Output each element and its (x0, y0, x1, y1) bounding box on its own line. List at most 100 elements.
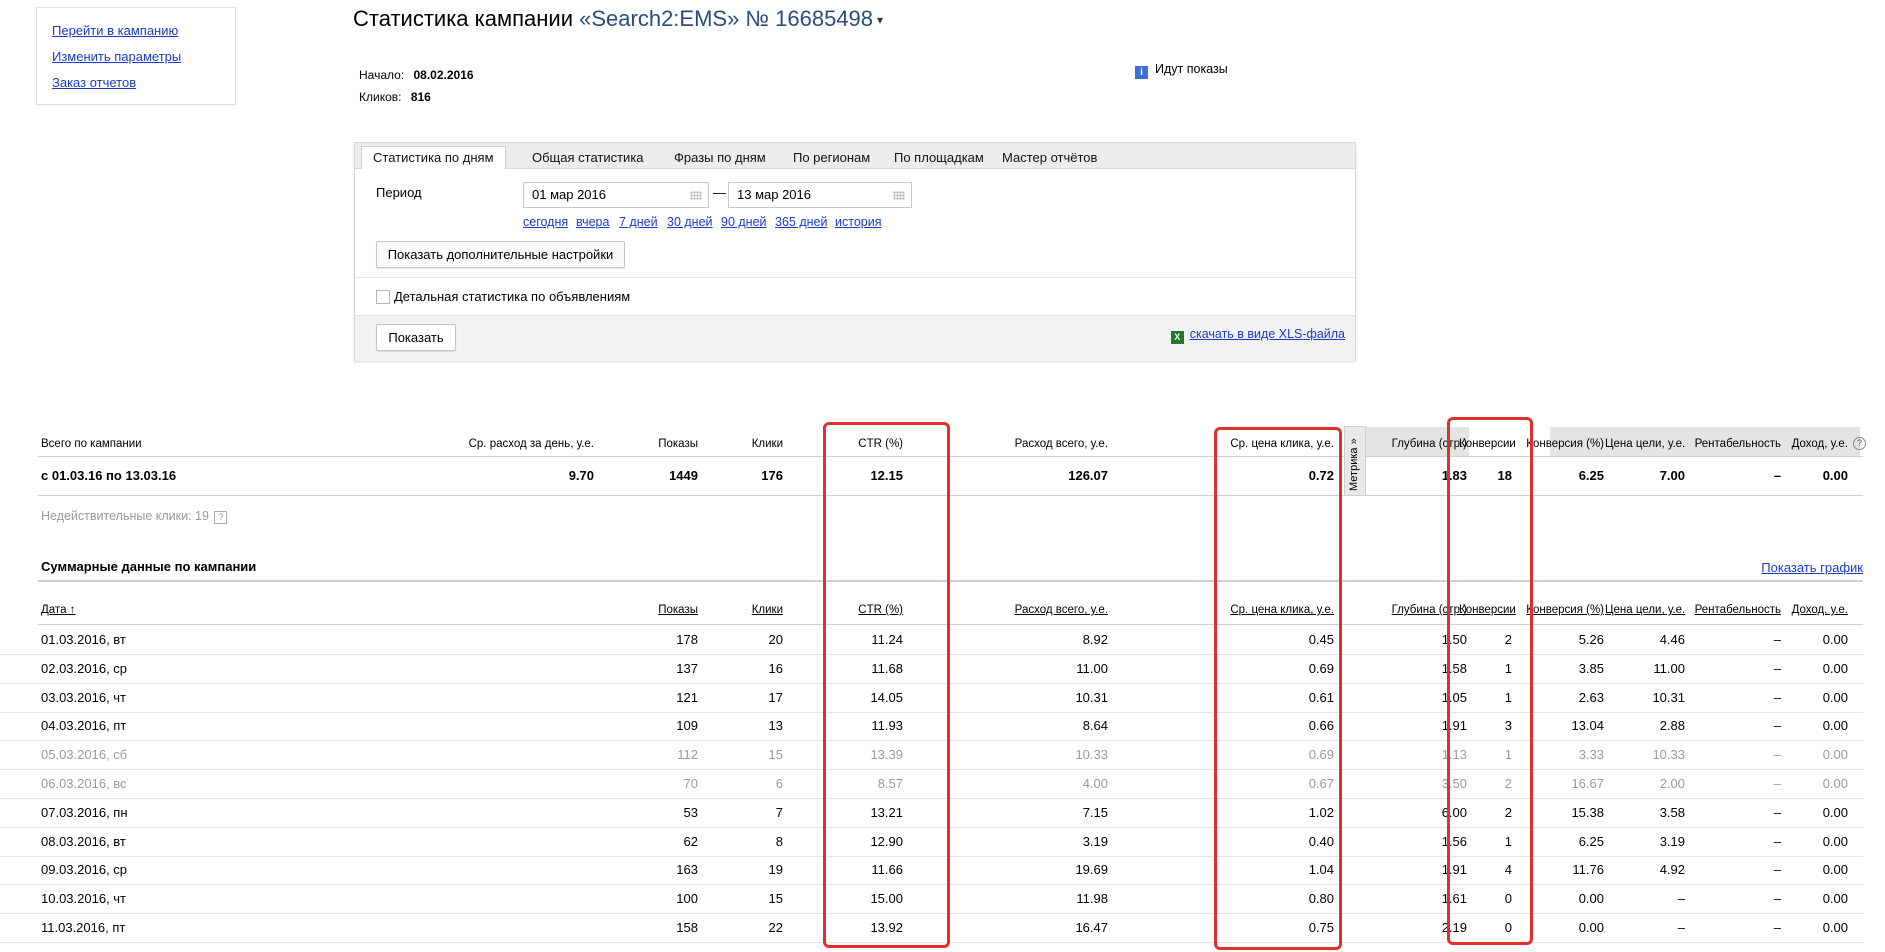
cell-clicks: 8 (775, 833, 783, 849)
cell-goal-cost: 4.92 (1659, 862, 1685, 878)
cell-total-spend: 4.00 (1082, 776, 1108, 791)
edit-params-link[interactable]: Изменить параметры (52, 49, 181, 64)
info-icon: i (1135, 66, 1148, 79)
summary-period: с 01.03.16 по 13.03.16 (41, 468, 177, 483)
cell-revenue: 0.00 (1822, 776, 1848, 791)
chevron-down-icon[interactable]: ▾ (877, 13, 883, 27)
daily-col-goal-cost[interactable]: Цена цели, у.е. (1605, 604, 1685, 616)
help-icon[interactable]: ? (1853, 437, 1866, 450)
divider (355, 277, 1355, 278)
cell-revenue: 0.00 (1822, 660, 1848, 676)
quick-7days-link[interactable]: 7 дней (619, 215, 658, 229)
cell-revenue: 0.00 (1822, 689, 1848, 705)
page-title: Статистика кампании «Search2:EMS» № 1668… (353, 6, 883, 32)
date-to-input[interactable]: 13 мар 2016 (728, 182, 912, 208)
date-from-input[interactable]: 01 мар 2016 (523, 182, 709, 208)
tab-report-wizard[interactable]: Мастер отчётов (1002, 150, 1097, 165)
summary-clicks: 176 (761, 468, 783, 483)
cell-revenue: 0.00 (1822, 718, 1848, 734)
cell-impressions: 70 (683, 776, 698, 791)
cpc-highlight-box (1214, 427, 1342, 950)
cell-date: 07.03.2016, пн (41, 804, 128, 820)
cell-date: 05.03.2016, сб (41, 747, 128, 763)
cell-profitability: – (1773, 718, 1781, 734)
summary-col-impressions: Показы (658, 438, 698, 450)
summary-total-spend: 126.07 (1068, 468, 1108, 483)
cell-date: 06.03.2016, вс (41, 776, 127, 791)
status-indicator: i Идут показы (1135, 62, 1228, 79)
summary-col-clicks: Клики (751, 438, 783, 450)
cell-revenue: 0.00 (1822, 804, 1848, 820)
cell-revenue: 0.00 (1822, 920, 1848, 935)
quick-history-link[interactable]: история (835, 215, 881, 229)
tab-by-sites[interactable]: По площадкам (894, 150, 984, 165)
clicks-value: 816 (410, 90, 431, 104)
cell-clicks: 22 (768, 920, 783, 935)
quick-yesterday-link[interactable]: вчера (576, 215, 609, 229)
summary-col-revenue: Доход, у.е. (1791, 438, 1848, 450)
cell-total-spend: 16.47 (1075, 920, 1108, 935)
quick-30days-link[interactable]: 30 дней (667, 215, 713, 229)
cell-profitability: – (1773, 804, 1781, 820)
campaign-name[interactable]: «Search2:EMS» № 16685498 (579, 6, 873, 31)
xls-download[interactable]: Xскачать в виде XLS-файла (1170, 327, 1345, 344)
calendar-icon[interactable] (690, 191, 702, 200)
show-chart-link[interactable]: Показать график (1761, 560, 1863, 575)
daily-col-revenue[interactable]: Доход, у.е. (1790, 604, 1848, 616)
cell-revenue: 0.00 (1822, 833, 1848, 849)
daily-col-profitability[interactable]: Рентабельность (1690, 604, 1781, 616)
cell-total-spend: 10.31 (1075, 689, 1108, 705)
cell-impressions: 137 (676, 660, 698, 676)
cell-revenue: 0.00 (1822, 891, 1848, 907)
cell-date: 10.03.2016, чт (41, 891, 127, 907)
cell-date: 08.03.2016, вт (41, 833, 126, 849)
help-icon[interactable]: ? (214, 511, 228, 524)
detailed-stats-checkbox[interactable] (376, 290, 390, 304)
cell-clicks: 19 (768, 862, 783, 878)
title-prefix: Статистика кампании (353, 6, 573, 31)
metrika-label: Метрика » (1348, 438, 1360, 491)
quick-today-link[interactable]: сегодня (523, 215, 568, 229)
daily-col-date[interactable]: Дата ↑ (41, 604, 75, 616)
more-settings-button[interactable]: Показать дополнительные настройки (376, 241, 625, 268)
cell-profitability: – (1773, 689, 1781, 705)
xls-download-link[interactable]: скачать в виде XLS-файла (1190, 327, 1345, 341)
summary-header-divider (38, 456, 1863, 457)
quick-90days-link[interactable]: 90 дней (721, 215, 767, 229)
go-to-campaign-link[interactable]: Перейти в кампанию (52, 23, 178, 38)
summary-row-divider (38, 495, 1368, 496)
cell-clicks: 13 (768, 718, 783, 734)
tab-by-regions[interactable]: По регионам (793, 150, 870, 165)
cell-goal-cost: – (1677, 891, 1685, 907)
stats-filter-panel: Статистика по дням Общая статистика Фраз… (354, 142, 1356, 361)
calendar-icon[interactable] (893, 191, 905, 200)
cell-goal-cost: 10.33 (1652, 747, 1685, 763)
cell-revenue: 0.00 (1822, 862, 1848, 878)
tab-general-stats[interactable]: Общая статистика (532, 150, 644, 165)
cell-date: 03.03.2016, чт (41, 689, 127, 705)
tab-daily-stats[interactable]: Статистика по дням (361, 146, 506, 169)
metrika-toggle[interactable]: Метрика » (1344, 426, 1366, 496)
cell-date: 09.03.2016, ср (41, 862, 128, 878)
cell-clicks: 15 (768, 747, 783, 763)
cell-clicks: 16 (768, 660, 783, 676)
cell-date: 11.03.2016, пт (41, 920, 126, 935)
cell-goal-cost: 11.00 (1653, 660, 1685, 676)
daily-col-impressions[interactable]: Показы (620, 604, 698, 616)
daily-col-total-spend[interactable]: Расход всего, у.е. (970, 604, 1108, 616)
cell-clicks: 6 (775, 776, 783, 791)
conversions-highlight-box (1447, 417, 1533, 945)
order-reports-link[interactable]: Заказ отчетов (52, 75, 136, 90)
cell-impressions: 112 (677, 747, 698, 763)
summary-impressions: 1449 (669, 468, 698, 483)
summary-revenue: 0.00 (1822, 468, 1848, 483)
daily-col-clicks[interactable]: Клики (720, 604, 783, 616)
show-button[interactable]: Показать (376, 324, 456, 351)
cell-impressions: 178 (676, 632, 698, 647)
quick-365days-link[interactable]: 365 дней (775, 215, 827, 229)
tab-phrases-by-day[interactable]: Фразы по дням (674, 150, 766, 165)
cell-impressions: 109 (676, 718, 698, 734)
daily-section-title: Суммарные данные по кампании (41, 559, 257, 574)
ctr-highlight-box (823, 422, 950, 948)
cell-total-spend: 8.64 (1082, 718, 1108, 734)
